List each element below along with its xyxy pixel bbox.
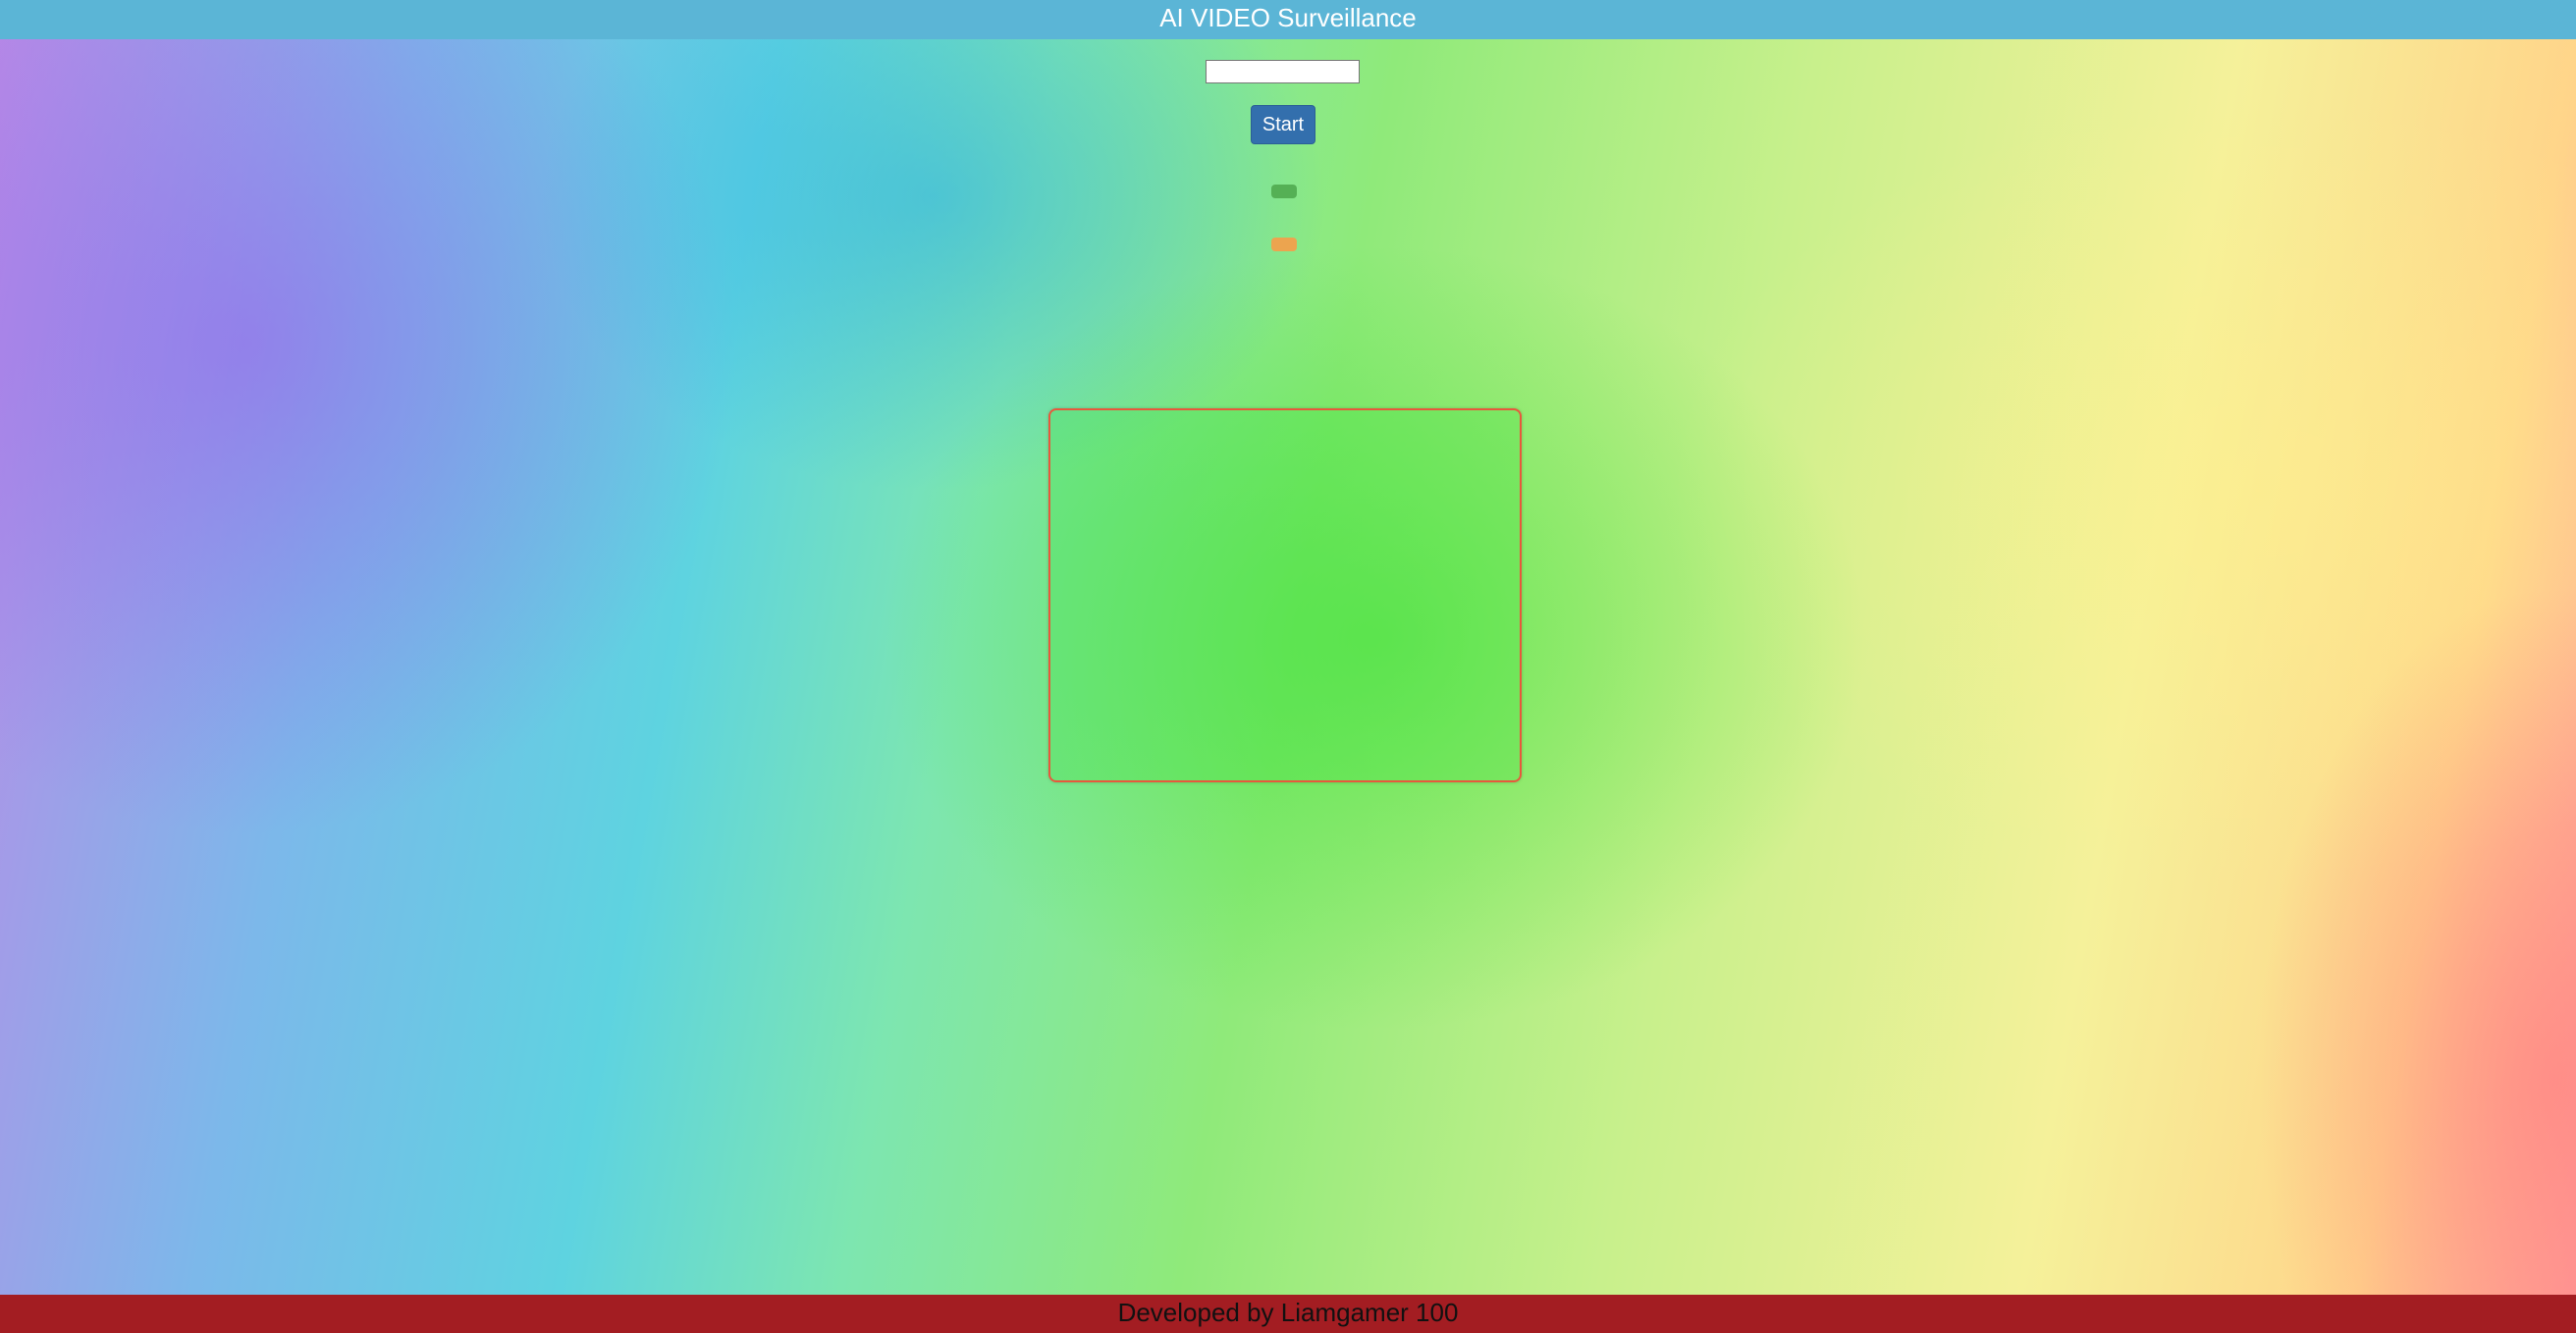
status-indicator-orange [1271, 238, 1297, 251]
start-button[interactable]: Start [1251, 105, 1315, 144]
app-title: AI VIDEO Surveillance [1159, 3, 1417, 32]
app-header: AI VIDEO Surveillance [0, 0, 2576, 39]
video-source-input[interactable] [1206, 60, 1360, 83]
video-display [1048, 408, 1522, 782]
footer-credit: Developed by Liamgamer 100 [1117, 1298, 1459, 1327]
footer: Developed by Liamgamer 100 [0, 1295, 2576, 1333]
status-indicator-green [1271, 185, 1297, 198]
